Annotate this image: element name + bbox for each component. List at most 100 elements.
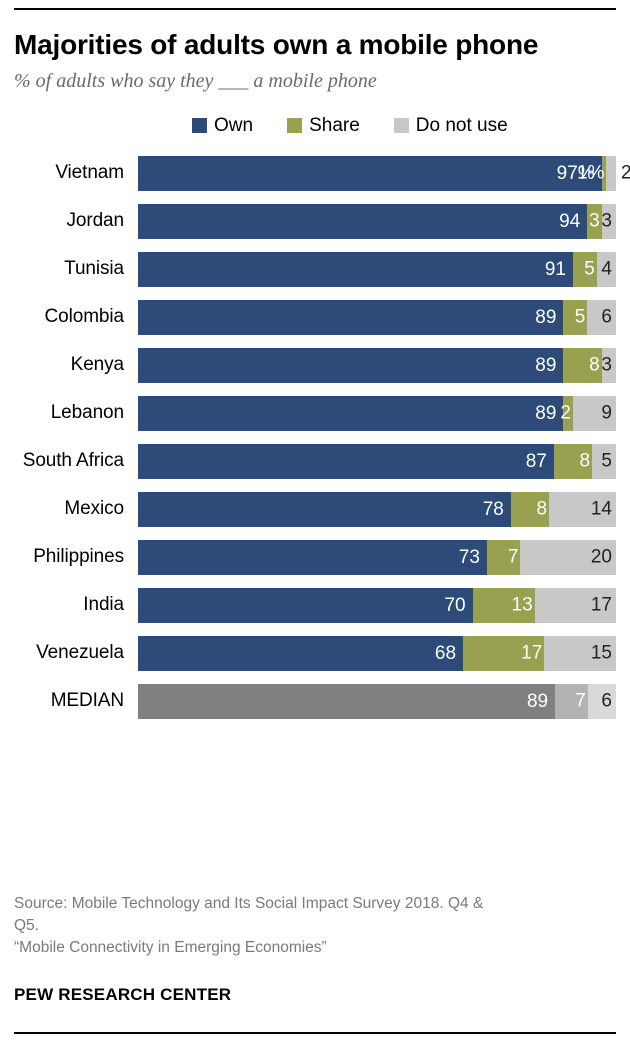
bar-segment-do-not-use: 3 [601,203,616,239]
bar-segment-share: 8 [563,347,602,383]
bar-track: 91 5 4 [138,251,616,287]
legend-swatch-icon [287,118,303,133]
source-note-line-1: Source: Mobile Technology and Its Social… [14,895,484,912]
bar-value-do-not-use: 17 [590,594,612,616]
source-note-line-2: Q5. [14,917,39,934]
bar-track: 70 13 17 [138,587,616,623]
row-label: Kenya [70,354,124,375]
legend-item-own: Own [192,116,253,135]
bar-segment-share: 2 [560,395,573,431]
chart-row: Tunisia 91 5 4 [14,245,616,293]
page-subtitle: % of adults who say they ___ a mobile ph… [14,70,377,92]
bar-segment-do-not-use: 6 [587,683,616,719]
bar-value-own: 91 [544,258,566,280]
bar-value-share: 1% [576,162,605,184]
bar-value-share: 8 [536,498,548,520]
bar-track: 97%1% 2% [138,155,630,191]
bar-segment-do-not-use: 9 [572,395,616,431]
bar-value-do-not-use: 5 [601,450,612,472]
bar-value-own: 78 [482,498,504,520]
row-label: Tunisia [64,258,124,279]
row-label: Philippines [33,546,124,567]
chart-footer: Source: Mobile Technology and Its Social… [14,893,616,1005]
bar-value-share: 7 [507,546,519,568]
bar-value-own: 70 [444,594,466,616]
bar-segment-share: 17 [463,635,545,671]
bar-track: 73 7 20 [138,539,616,575]
page-title: Majorities of adults own a mobile phone [14,29,539,60]
bar-segment-share: 3 [587,203,602,239]
source-note-line-3: “Mobile Connectivity in Emerging Economi… [14,939,327,956]
bar-segment-share: 8 [553,443,593,479]
bar-segment-do-not-use: 3 [601,347,616,383]
bar-value-own: 89 [535,354,557,376]
bar-segment-do-not-use: 14 [549,491,616,527]
bar-value-own: 94 [559,210,581,232]
row-label: Vietnam [55,162,124,183]
bar-value-share: 3 [589,210,600,232]
bar-segment-own: 89 [138,395,564,431]
chart-row: Kenya 89 8 3 [14,341,616,389]
bar-segment-own: 87 [138,443,554,479]
legend-item-do-not-use: Do not use [393,115,508,136]
stacked-bar-chart: Vietnam97%1%2%Jordan9433Tunisia9154Colom… [14,149,630,725]
bar-value-do-not-use: 20 [590,546,612,568]
bar-value-share: 8 [589,354,600,376]
bar-value-do-not-use: 4 [601,258,612,280]
row-label: Jordan [66,210,125,231]
bar-value-do-not-use: 15 [590,642,612,664]
bar-segment-share: 5 [563,299,588,335]
top-divider [14,8,616,10]
bar-segment-own: 89 [138,347,564,383]
bar-value-own: 89 [535,402,557,424]
row-label: Venezuela [36,642,124,663]
row-label: South Africa [22,450,124,471]
legend-swatch-icon [393,118,409,133]
bar-segment-share: 8 [510,491,550,527]
bar-segment-own: 70 [138,587,473,623]
row-label: Colombia [44,306,125,327]
bar-track: 87 8 5 [138,443,616,479]
bar-segment-do-not-use: 20 [520,539,616,575]
chart-row: MEDIAN 89 7 6 [14,677,616,725]
bar-value-do-not-use: 3 [601,210,612,232]
bar-segment-do-not-use: 4 [596,251,616,287]
row-label: India [83,594,124,615]
legend-label: Do not use [415,115,508,136]
bar-track: 89 8 3 [138,347,616,383]
bar-segment-share: 13 [472,587,535,623]
bar-segment-own: 94 [138,203,588,239]
bar-value-do-not-use: 6 [601,306,612,328]
bar-segment-own: 89 [138,683,556,719]
bar-value-share: 7 [575,690,586,712]
bar-segment-do-not-use: 2% [606,155,630,191]
bar-value-do-not-use: 3 [601,354,612,376]
bar-value-do-not-use: 14 [590,498,612,520]
bar-track: 89 5 6 [138,299,616,335]
bar-segment-do-not-use: 15 [544,635,616,671]
bar-value-own: 68 [434,642,457,664]
row-label: Lebanon [50,402,124,423]
bar-segment-own: 89 [138,299,564,335]
bar-value-share: 8 [579,450,591,472]
chart-row: Philippines 73 7 20 [14,533,616,581]
bar-value-share: 13 [511,594,533,616]
bar-segment-do-not-use: 5 [592,443,616,479]
chart-row: Jordan 94 3 3 [14,197,616,245]
bar-value-share: 17 [521,642,543,664]
bar-segment-own: 68 [138,635,464,671]
chart-row: Lebanon 89 2 9 [14,389,616,437]
bar-segment-share: 5 [572,251,597,287]
bar-value-do-not-use: 2% [620,162,630,184]
bar-value-share: 5 [574,306,586,328]
chart-row: India 70 13 17 [14,581,616,629]
chart-legend: Own Share Do not use [14,116,616,135]
chart-row: Vietnam 97%1% 2% [14,149,630,197]
bar-value-do-not-use: 6 [601,690,612,712]
bottom-divider [14,1032,616,1034]
bar-track: 94 3 3 [138,203,616,239]
bar-segment-share: 7 [486,539,521,575]
bar-value-own: 89 [526,690,549,712]
bar-track: 68 17 15 [138,635,616,671]
bar-segment-do-not-use: 17 [534,587,616,623]
